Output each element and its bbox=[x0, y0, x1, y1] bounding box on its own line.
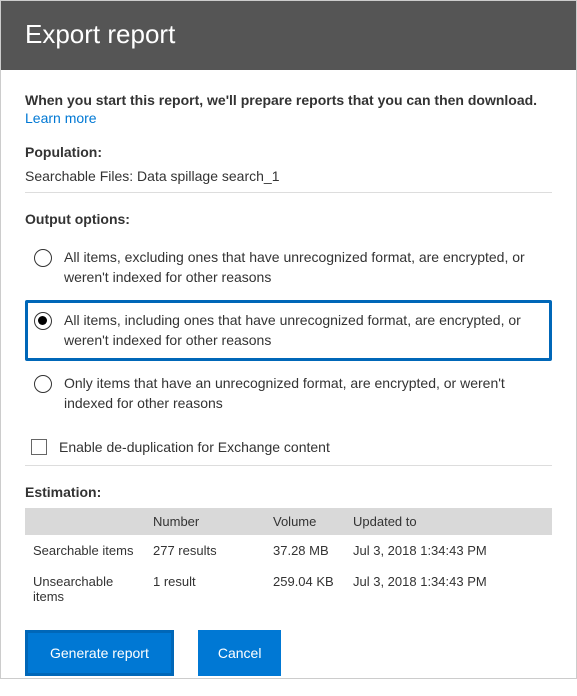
dedup-checkbox-row[interactable]: Enable de-duplication for Exchange conte… bbox=[31, 439, 552, 455]
radio-option-exclude[interactable]: All items, excluding ones that have unre… bbox=[25, 237, 552, 298]
output-options-label: Output options: bbox=[25, 211, 552, 227]
cell-updated: Jul 3, 2018 1:34:43 PM bbox=[345, 535, 552, 566]
table-header-row: Number Volume Updated to bbox=[25, 508, 552, 535]
estimation-label: Estimation: bbox=[25, 484, 552, 500]
estimation-table: Number Volume Updated to Searchable item… bbox=[25, 508, 552, 612]
intro-text: When you start this report, we'll prepar… bbox=[25, 92, 552, 108]
population-value: Searchable Files: Data spillage search_1 bbox=[25, 168, 552, 184]
dialog-title: Export report bbox=[25, 19, 175, 49]
generate-report-highlight: Generate report bbox=[25, 630, 174, 676]
col-blank bbox=[25, 508, 145, 535]
radio-icon bbox=[34, 312, 52, 330]
table-row: Searchable items 277 results 37.28 MB Ju… bbox=[25, 535, 552, 566]
col-volume: Volume bbox=[265, 508, 345, 535]
cell-name: Unsearchable items bbox=[25, 566, 145, 612]
cancel-button[interactable]: Cancel bbox=[198, 630, 282, 676]
radio-icon bbox=[34, 375, 52, 393]
radio-option-only[interactable]: Only items that have an unrecognized for… bbox=[25, 363, 552, 424]
table-row: Unsearchable items 1 result 259.04 KB Ju… bbox=[25, 566, 552, 612]
radio-option-include[interactable]: All items, including ones that have unre… bbox=[25, 300, 552, 361]
output-radio-group: All items, excluding ones that have unre… bbox=[25, 237, 552, 425]
learn-more-link[interactable]: Learn more bbox=[25, 110, 97, 126]
generate-report-button[interactable]: Generate report bbox=[30, 635, 169, 671]
dialog-footer: Generate report Cancel bbox=[1, 630, 576, 696]
radio-label: All items, excluding ones that have unre… bbox=[64, 248, 543, 287]
dialog-content: When you start this report, we'll prepar… bbox=[1, 70, 576, 630]
radio-label: All items, including ones that have unre… bbox=[64, 311, 543, 350]
cell-volume: 259.04 KB bbox=[265, 566, 345, 612]
radio-label: Only items that have an unrecognized for… bbox=[64, 374, 543, 413]
cell-updated: Jul 3, 2018 1:34:43 PM bbox=[345, 566, 552, 612]
population-label: Population: bbox=[25, 144, 552, 160]
col-number: Number bbox=[145, 508, 265, 535]
divider bbox=[25, 192, 552, 193]
cell-number: 1 result bbox=[145, 566, 265, 612]
dialog-header: Export report bbox=[1, 1, 576, 70]
radio-icon bbox=[34, 249, 52, 267]
checkbox-icon bbox=[31, 439, 47, 455]
cell-name: Searchable items bbox=[25, 535, 145, 566]
cell-number: 277 results bbox=[145, 535, 265, 566]
col-updated: Updated to bbox=[345, 508, 552, 535]
divider bbox=[25, 465, 552, 466]
dedup-label: Enable de-duplication for Exchange conte… bbox=[59, 439, 330, 455]
cell-volume: 37.28 MB bbox=[265, 535, 345, 566]
